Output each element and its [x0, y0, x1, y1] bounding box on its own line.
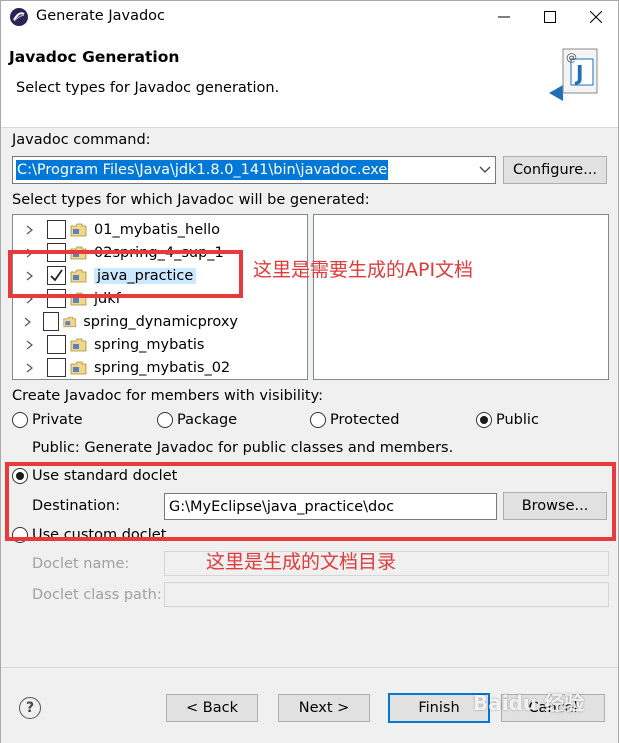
svg-text:J: J: [574, 61, 583, 85]
visibility-description: Public: Generate Javadoc for public clas…: [32, 440, 454, 456]
tree-row-label: spring_mybatis: [94, 336, 205, 353]
types-label: Select types for which Javadoc will be g…: [12, 192, 370, 208]
tree-row-label: spring_mybatis_02: [94, 359, 231, 376]
javadoc-command-value: C:\Program Files\Java\jdk1.8.0_141\bin\j…: [16, 160, 389, 180]
project-folder-icon: [70, 223, 87, 236]
annotation-dir-note: 这里是生成的文档目录: [206, 551, 397, 573]
next-button[interactable]: Next >: [278, 694, 370, 722]
eclipse-app-icon: [10, 8, 28, 26]
visibility-label: Create Javadoc for members with visibili…: [12, 388, 323, 404]
tree-row-checkbox[interactable]: [47, 220, 66, 239]
generate-javadoc-dialog: Generate Javadoc Javadoc Generation Sele…: [0, 0, 619, 743]
maximize-button[interactable]: [527, 1, 573, 33]
tree-row[interactable]: spring_mybatis_02: [13, 356, 238, 379]
title-bar: Generate Javadoc: [1, 1, 618, 33]
type-list[interactable]: [313, 214, 609, 380]
tree-row-checkbox[interactable]: [47, 358, 66, 377]
project-folder-icon: [70, 338, 87, 351]
javadoc-wizard-icon: J @: [549, 48, 598, 101]
svg-text:@: @: [566, 51, 577, 64]
project-folder-icon: [63, 316, 76, 327]
tree-row[interactable]: spring_dynamicproxy: [13, 310, 238, 333]
radio-public-label: Public: [496, 412, 539, 428]
baidu-watermark: Baidu 经验: [473, 691, 585, 715]
tree-row-checkbox[interactable]: [47, 335, 66, 354]
expand-chevron-icon[interactable]: [21, 363, 39, 373]
radio-private-label: Private: [32, 412, 83, 428]
doclet-classpath-input[interactable]: [164, 582, 609, 607]
configure-button[interactable]: Configure...: [503, 156, 607, 184]
javadoc-command-combo[interactable]: C:\Program Files\Java\jdk1.8.0_141\bin\j…: [12, 156, 496, 184]
radio-package[interactable]: Package: [157, 412, 237, 428]
radio-package-label: Package: [177, 412, 238, 428]
radio-private-circle: [12, 412, 28, 428]
doclet-name-label: Doclet name:: [32, 556, 130, 572]
tree-row[interactable]: 01_mybatis_hello: [13, 218, 238, 241]
minimize-icon: [498, 16, 510, 18]
tree-row-label: 01_mybatis_hello: [94, 221, 221, 238]
page-description: Select types for Javadoc generation.: [16, 80, 280, 96]
project-folder-icon: [70, 361, 87, 374]
tree-row-label: spring_dynamicproxy: [83, 313, 239, 330]
radio-protected-circle: [310, 412, 326, 428]
back-button[interactable]: < Back: [166, 694, 258, 722]
radio-package-circle: [157, 412, 173, 428]
expand-chevron-icon[interactable]: [21, 317, 35, 327]
chevron-down-icon: [479, 166, 491, 173]
annotation-box-destination: [5, 462, 616, 541]
help-icon[interactable]: ?: [19, 697, 41, 719]
expand-chevron-icon[interactable]: [21, 225, 39, 235]
radio-public[interactable]: Public: [476, 412, 539, 428]
javadoc-command-label: Javadoc command:: [12, 132, 151, 148]
wizard-header: Javadoc Generation Select types for Java…: [1, 33, 618, 128]
close-button[interactable]: [573, 1, 619, 33]
radio-private[interactable]: Private: [12, 412, 83, 428]
radio-protected-label: Protected: [330, 412, 400, 428]
radio-public-circle: [476, 412, 492, 428]
tree-row[interactable]: spring_mybatis: [13, 333, 238, 356]
radio-protected[interactable]: Protected: [310, 412, 399, 428]
expand-chevron-icon[interactable]: [21, 340, 39, 350]
close-icon: [590, 11, 602, 23]
tree-row-checkbox[interactable]: [43, 312, 59, 331]
minimize-button[interactable]: [481, 1, 527, 33]
page-title: Javadoc Generation: [9, 48, 180, 66]
annotation-box-api: [8, 250, 243, 298]
annotation-api-note: 这里是需要生成的API文档: [253, 259, 474, 281]
maximize-icon: [544, 11, 556, 23]
doclet-classpath-label: Doclet class path:: [32, 587, 162, 603]
window-title: Generate Javadoc: [36, 8, 166, 24]
